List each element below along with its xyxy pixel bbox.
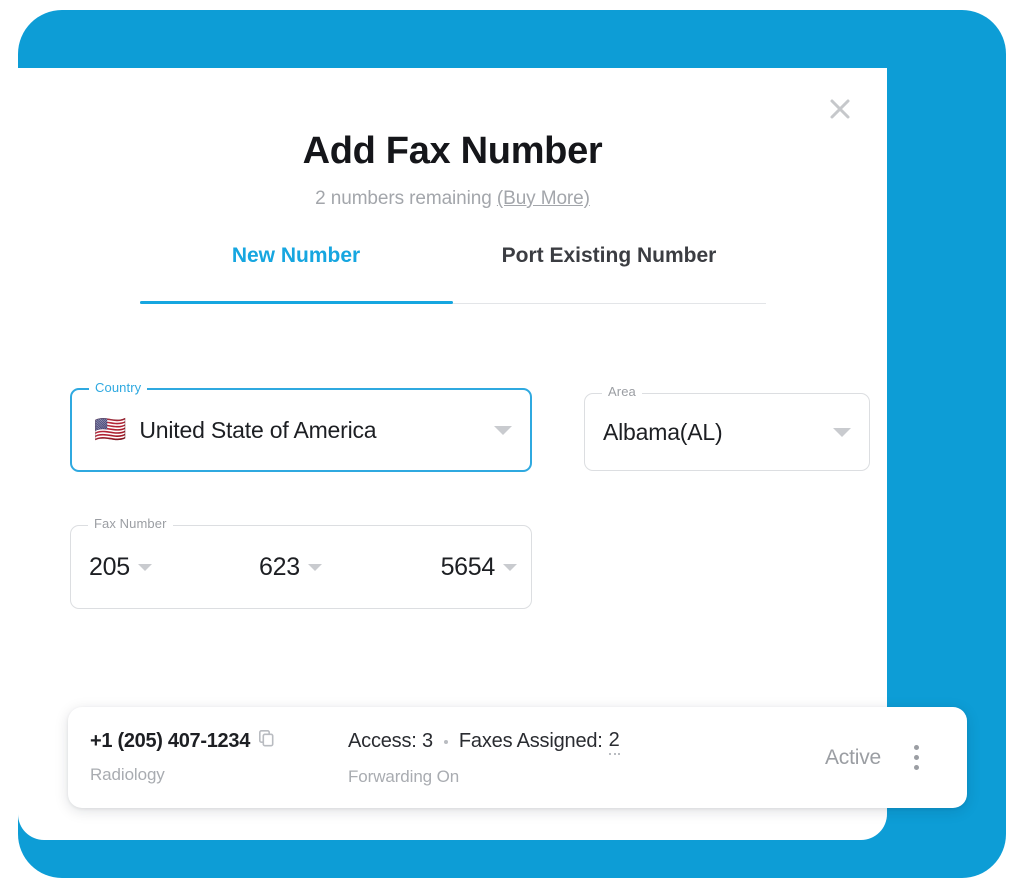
kebab-dot xyxy=(913,755,919,760)
tab-port-existing-number[interactable]: Port Existing Number xyxy=(453,242,766,304)
kebab-dot xyxy=(913,765,919,770)
country-legend: Country xyxy=(89,381,148,394)
chevron-down-icon[interactable] xyxy=(833,427,851,437)
tab-bar: New Number Port Existing Number xyxy=(139,242,766,304)
phone-number-row: +1 (205) 407-1234 xyxy=(90,730,348,753)
chevron-down-icon[interactable] xyxy=(503,563,517,571)
dialog-title: Add Fax Number xyxy=(302,130,603,172)
meta-column: Access: 3 Faxes Assigned: 2 Forwarding O… xyxy=(348,729,825,787)
faxes-assigned-label: Faxes Assigned: xyxy=(458,730,603,752)
screenshot-root: Add Fax Number 2 numbers remaining (Buy … xyxy=(0,0,1024,887)
area-select-body: Albama(AL) xyxy=(585,394,869,470)
tab-new-number[interactable]: New Number xyxy=(140,242,453,304)
fax-number-segments: 205 623 5654 xyxy=(71,526,531,608)
fax-number-legend: Fax Number xyxy=(88,517,173,530)
separator-dot-icon xyxy=(443,739,448,744)
area-legend: Area xyxy=(602,385,642,398)
fax-area-code-value: 205 xyxy=(89,552,130,581)
kebab-dot xyxy=(913,745,919,750)
chevron-down-icon[interactable] xyxy=(307,563,322,571)
numbers-remaining-text: 2 numbers remaining (Buy More) xyxy=(18,188,887,210)
faxes-assigned-value[interactable]: 2 xyxy=(608,729,620,755)
fax-prefix-select[interactable]: 623 xyxy=(259,553,417,582)
tab-port-existing-number-label: Port Existing Number xyxy=(501,244,717,267)
numbers-remaining-label: 2 numbers remaining xyxy=(315,188,497,209)
new-number-form: Country 🇺🇸 United State of America Area … xyxy=(18,381,887,609)
us-flag-icon: 🇺🇸 xyxy=(94,415,127,445)
more-vertical-icon[interactable] xyxy=(903,741,929,775)
buy-more-link[interactable]: (Buy More) xyxy=(497,188,590,209)
fax-line-number-value: 5654 xyxy=(440,552,496,581)
chevron-down-icon[interactable] xyxy=(137,563,152,571)
copy-icon[interactable] xyxy=(259,730,274,753)
phone-number: +1 (205) 407-1234 xyxy=(90,730,251,752)
number-column: +1 (205) 407-1234 Radiology xyxy=(90,730,348,785)
fax-number-list-item[interactable]: +1 (205) 407-1234 Radiology Access: 3 Fa… xyxy=(68,707,967,808)
close-icon xyxy=(829,98,851,120)
area-value: Albama(AL) xyxy=(603,418,723,445)
close-dialog-button[interactable] xyxy=(821,90,859,128)
tab-new-number-label: New Number xyxy=(231,244,361,267)
access-and-faxes-row: Access: 3 Faxes Assigned: 2 xyxy=(348,729,825,755)
fax-number-group: Fax Number 205 623 5654 xyxy=(70,517,532,609)
chevron-down-icon[interactable] xyxy=(494,425,512,435)
tab-active-indicator xyxy=(139,301,453,304)
country-area-row: Country 🇺🇸 United State of America Area … xyxy=(70,381,870,472)
area-select[interactable]: Area Albama(AL) xyxy=(584,385,870,471)
fax-prefix-value: 623 xyxy=(259,552,300,581)
status-badge: Active xyxy=(825,745,881,769)
fax-area-code-select[interactable]: 205 xyxy=(89,553,259,582)
country-select-body: 🇺🇸 United State of America xyxy=(72,390,530,470)
country-value: United State of America xyxy=(139,416,377,443)
access-count-label: Access: 3 xyxy=(348,730,433,752)
forwarding-status-label: Forwarding On xyxy=(348,766,460,786)
department-label: Radiology xyxy=(90,765,165,784)
country-select[interactable]: Country 🇺🇸 United State of America xyxy=(70,381,532,472)
fax-line-number-select[interactable]: 5654 xyxy=(417,553,517,582)
